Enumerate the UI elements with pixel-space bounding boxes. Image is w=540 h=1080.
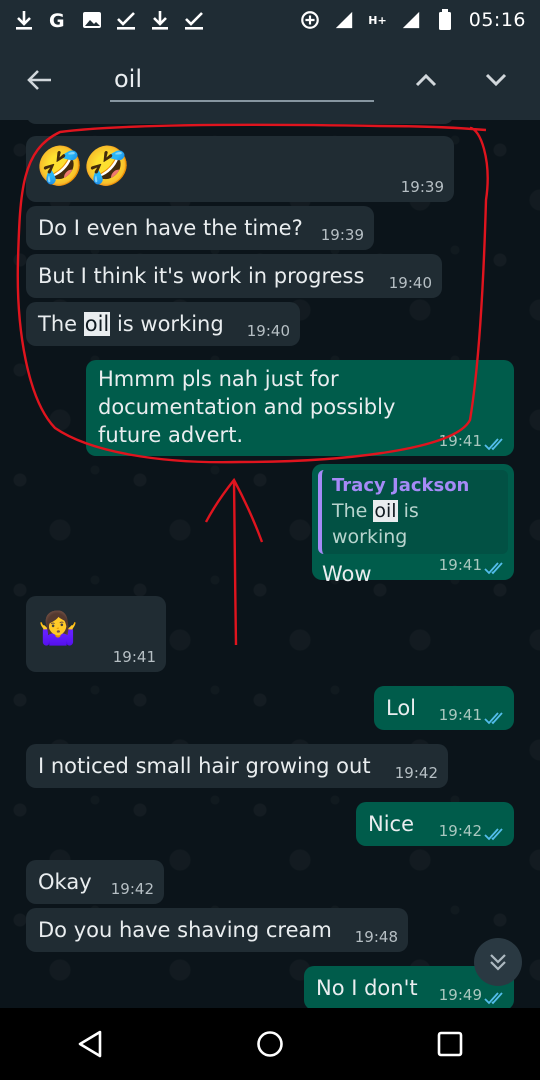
message-text: Do you have shaving cream xyxy=(38,918,332,942)
check-icon xyxy=(116,10,136,30)
message-text: Lol xyxy=(386,696,417,720)
message-time: 19:42 xyxy=(438,822,482,840)
double-chevron-down-icon xyxy=(490,954,506,971)
message-emoji: 🤣🤣 xyxy=(36,144,131,188)
message-text-line: documentation and possibly xyxy=(98,395,396,419)
message-bubble-partial[interactable] xyxy=(26,120,454,124)
message-bubble[interactable]: 🤣🤣 19:39 xyxy=(26,136,454,202)
signal-icon xyxy=(401,10,421,30)
circle-home-icon xyxy=(257,1031,283,1057)
message-time: 19:49 xyxy=(438,986,482,1004)
recents-nav-button[interactable] xyxy=(420,1014,480,1074)
double-check-icon xyxy=(484,438,503,451)
google-icon: G xyxy=(48,10,68,30)
message-bubble[interactable]: Okay 19:42 xyxy=(26,860,164,904)
double-check-icon xyxy=(484,562,503,575)
signal-icon xyxy=(334,10,354,30)
message-time: 19:41 xyxy=(438,556,482,574)
message-bubble[interactable]: Tracy Jackson The oil is working Wow 19:… xyxy=(312,464,514,586)
triangle-back-icon xyxy=(78,1030,102,1058)
clock: 05:16 xyxy=(468,9,526,31)
message-bubble[interactable]: Lol 19:41 xyxy=(374,686,514,730)
message-bubble[interactable]: Nice 19:42 xyxy=(356,802,514,846)
system-icons: H+ 05:16 xyxy=(300,9,526,31)
message-time: 19:40 xyxy=(246,322,290,340)
back-nav-button[interactable] xyxy=(60,1014,120,1074)
message-text: Okay xyxy=(38,870,92,894)
chevron-down-icon xyxy=(485,73,507,87)
message-time: 19:42 xyxy=(110,880,154,898)
battery-icon xyxy=(435,9,455,30)
quoted-sender-name: Tracy Jackson xyxy=(332,475,470,496)
search-match-highlight: oil xyxy=(373,500,398,522)
status-bar: G H+ 05:16 xyxy=(0,0,540,40)
quoted-message[interactable]: Tracy Jackson The oil is working xyxy=(318,470,508,554)
back-button[interactable] xyxy=(14,55,64,105)
message-text: Wow xyxy=(322,562,372,586)
data-saver-icon xyxy=(300,10,320,30)
check-icon xyxy=(184,10,204,30)
image-icon xyxy=(82,10,102,30)
message-text-line: Hmmm pls nah just for xyxy=(98,367,339,391)
message-bubble[interactable]: 🤷‍♀️ 19:41 xyxy=(26,596,166,672)
message-bubble[interactable]: I noticed small hair growing out 19:42 xyxy=(26,744,448,788)
search-match-highlight: oil xyxy=(83,312,111,336)
message-text: Do I even have the time? xyxy=(38,216,303,240)
message-time: 19:39 xyxy=(320,226,364,244)
message-time: 19:41 xyxy=(438,432,482,450)
message-text: I noticed small hair growing out xyxy=(38,754,371,778)
square-recents-icon xyxy=(437,1031,463,1057)
double-check-icon xyxy=(484,828,503,841)
message-bubble[interactable]: Do you have shaving cream 19:48 xyxy=(26,908,408,952)
message-time: 19:48 xyxy=(354,928,398,946)
message-bubble[interactable]: Do I even have the time? 19:39 xyxy=(26,206,374,250)
message-time: 19:40 xyxy=(388,274,432,292)
home-nav-button[interactable] xyxy=(240,1014,300,1074)
message-emoji: 🤷‍♀️ xyxy=(38,609,78,647)
message-bubble[interactable]: The oil is working 19:40 xyxy=(26,302,300,346)
message-text: Nice xyxy=(368,812,415,836)
message-time: 19:41 xyxy=(112,648,156,666)
search-field[interactable] xyxy=(110,58,374,102)
message-text: But I think it's work in progress xyxy=(38,264,365,288)
message-text: No I don't xyxy=(316,976,418,1000)
message-time: 19:39 xyxy=(400,178,444,196)
message-time: 19:42 xyxy=(394,764,438,782)
download-icon xyxy=(150,10,170,30)
scroll-to-bottom-button[interactable] xyxy=(474,938,522,986)
search-toolbar xyxy=(0,40,540,120)
next-result-button[interactable] xyxy=(470,55,522,105)
previous-result-button[interactable] xyxy=(400,55,452,105)
download-icon xyxy=(14,10,34,30)
message-bubble[interactable]: But I think it's work in progress 19:40 xyxy=(26,254,442,298)
chevron-up-icon xyxy=(415,73,437,87)
double-check-icon xyxy=(484,992,503,1005)
message-text: The oil is working xyxy=(38,312,224,336)
message-time: 19:41 xyxy=(438,706,482,724)
message-bubble[interactable]: Hmmm pls nah just for documentation and … xyxy=(86,360,514,456)
network-type-label: H+ xyxy=(368,13,387,27)
chat-messages[interactable]: 🤣🤣 19:39 Do I even have the time? 19:39 … xyxy=(0,120,540,1008)
notification-icons: G xyxy=(14,10,204,30)
system-navigation-bar xyxy=(0,1008,540,1080)
svg-text:G: G xyxy=(49,10,65,30)
double-check-icon xyxy=(484,712,503,725)
search-input[interactable] xyxy=(110,65,374,93)
arrow-left-icon xyxy=(27,70,51,90)
quoted-text: The oil is working xyxy=(332,500,419,548)
